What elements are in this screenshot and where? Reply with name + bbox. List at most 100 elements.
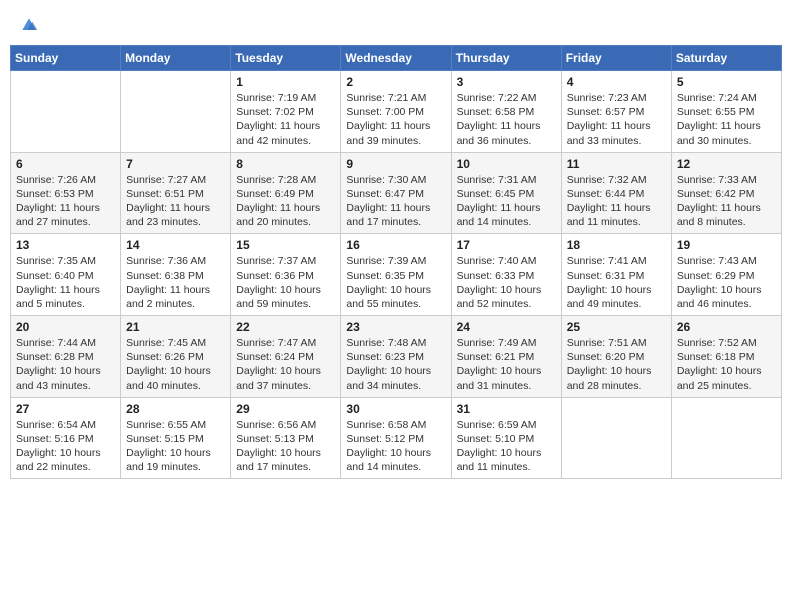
day-number: 29 xyxy=(236,402,335,416)
calendar-cell: 9Sunrise: 7:30 AM Sunset: 6:47 PM Daylig… xyxy=(341,152,451,234)
page-header xyxy=(10,10,782,39)
day-detail: Sunrise: 7:45 AM Sunset: 6:26 PM Dayligh… xyxy=(126,336,225,393)
calendar-cell: 11 Sunrise: 7:32 AM Sunset: 6:44 PM Dayli… xyxy=(561,152,671,234)
calendar-cell: 22 Sunrise: 7:47 AM Sunset: 6:24 PM Dayli… xyxy=(231,316,341,398)
day-detail: Sunrise: 6:56 AM Sunset: 5:13 PM Dayligh… xyxy=(236,418,335,475)
calendar-cell: 13Sunrise: 7:35 AM Sunset: 6:40 PM Dayli… xyxy=(11,234,121,316)
day-detail: Sunrise: 6:55 AM Sunset: 5:15 PM Dayligh… xyxy=(126,418,225,475)
day-number: 16 xyxy=(346,238,445,252)
day-number: 19 xyxy=(677,238,776,252)
day-detail: Sunrise: 7:28 AM Sunset: 6:49 PM Dayligh… xyxy=(236,173,335,230)
day-detail: Sunrise: 7:31 AM Sunset: 6:45 PM Dayligh… xyxy=(457,173,556,230)
day-number: 15 xyxy=(236,238,335,252)
day-detail: Sunrise: 7:24 AM Sunset: 6:55 PM Dayligh… xyxy=(677,91,776,148)
calendar-cell: 28 Sunrise: 6:55 AM Sunset: 5:15 PM Dayli… xyxy=(121,397,231,479)
calendar-cell: 18 Sunrise: 7:41 AM Sunset: 6:31 PM Dayli… xyxy=(561,234,671,316)
calendar-cell: 4 Sunrise: 7:23 AM Sunset: 6:57 PM Daylig… xyxy=(561,71,671,153)
calendar-cell: 29 Sunrise: 6:56 AM Sunset: 5:13 PM Dayli… xyxy=(231,397,341,479)
calendar-cell: 30 Sunrise: 6:58 AM Sunset: 5:12 PM Dayli… xyxy=(341,397,451,479)
day-number: 31 xyxy=(457,402,556,416)
calendar-week-3: 13Sunrise: 7:35 AM Sunset: 6:40 PM Dayli… xyxy=(11,234,782,316)
calendar-cell: 2 Sunrise: 7:21 AM Sunset: 7:00 PM Daylig… xyxy=(341,71,451,153)
day-detail: Sunrise: 7:33 AM Sunset: 6:42 PM Dayligh… xyxy=(677,173,776,230)
day-number: 21 xyxy=(126,320,225,334)
day-detail: Sunrise: 7:27 AM Sunset: 6:51 PM Dayligh… xyxy=(126,173,225,230)
day-number: 27 xyxy=(16,402,115,416)
logo-icon xyxy=(19,15,39,35)
day-number: 10 xyxy=(457,157,556,171)
day-detail: Sunrise: 7:51 AM Sunset: 6:20 PM Dayligh… xyxy=(567,336,666,393)
day-detail: Sunrise: 7:23 AM Sunset: 6:57 PM Dayligh… xyxy=(567,91,666,148)
day-number: 24 xyxy=(457,320,556,334)
calendar-cell: 6 Sunrise: 7:26 AM Sunset: 6:53 PM Daylig… xyxy=(11,152,121,234)
calendar-body: 1 Sunrise: 7:19 AM Sunset: 7:02 PM Daylig… xyxy=(11,71,782,479)
day-number: 14 xyxy=(126,238,225,252)
calendar-cell: 5 Sunrise: 7:24 AM Sunset: 6:55 PM Daylig… xyxy=(671,71,781,153)
day-detail: Sunrise: 7:47 AM Sunset: 6:24 PM Dayligh… xyxy=(236,336,335,393)
calendar-header: SundayMondayTuesdayWednesdayThursdayFrid… xyxy=(11,46,782,71)
day-detail: Sunrise: 7:37 AM Sunset: 6:36 PM Dayligh… xyxy=(236,254,335,311)
weekday-header-saturday: Saturday xyxy=(671,46,781,71)
day-detail: Sunrise: 7:19 AM Sunset: 7:02 PM Dayligh… xyxy=(236,91,335,148)
calendar-cell xyxy=(121,71,231,153)
weekday-header-wednesday: Wednesday xyxy=(341,46,451,71)
day-number: 30 xyxy=(346,402,445,416)
calendar-cell: 10 Sunrise: 7:31 AM Sunset: 6:45 PM Dayli… xyxy=(451,152,561,234)
day-detail: Sunrise: 7:40 AM Sunset: 6:33 PM Dayligh… xyxy=(457,254,556,311)
calendar-cell: 14 Sunrise: 7:36 AM Sunset: 6:38 PM Dayli… xyxy=(121,234,231,316)
day-detail: Sunrise: 7:44 AM Sunset: 6:28 PM Dayligh… xyxy=(16,336,115,393)
day-number: 18 xyxy=(567,238,666,252)
day-number: 6 xyxy=(16,157,115,171)
day-detail: Sunrise: 7:21 AM Sunset: 7:00 PM Dayligh… xyxy=(346,91,445,148)
day-detail: Sunrise: 7:52 AM Sunset: 6:18 PM Dayligh… xyxy=(677,336,776,393)
day-number: 8 xyxy=(236,157,335,171)
calendar-cell: 1 Sunrise: 7:19 AM Sunset: 7:02 PM Daylig… xyxy=(231,71,341,153)
calendar-cell: 19Sunrise: 7:43 AM Sunset: 6:29 PM Dayli… xyxy=(671,234,781,316)
day-detail: Sunrise: 6:54 AM Sunset: 5:16 PM Dayligh… xyxy=(16,418,115,475)
calendar-cell: 25Sunrise: 7:51 AM Sunset: 6:20 PM Dayli… xyxy=(561,316,671,398)
calendar-cell: 12 Sunrise: 7:33 AM Sunset: 6:42 PM Dayli… xyxy=(671,152,781,234)
calendar-cell: 24Sunrise: 7:49 AM Sunset: 6:21 PM Dayli… xyxy=(451,316,561,398)
day-detail: Sunrise: 6:58 AM Sunset: 5:12 PM Dayligh… xyxy=(346,418,445,475)
day-detail: Sunrise: 6:59 AM Sunset: 5:10 PM Dayligh… xyxy=(457,418,556,475)
day-number: 1 xyxy=(236,75,335,89)
day-number: 9 xyxy=(346,157,445,171)
day-detail: Sunrise: 7:26 AM Sunset: 6:53 PM Dayligh… xyxy=(16,173,115,230)
logo xyxy=(18,14,39,35)
day-detail: Sunrise: 7:48 AM Sunset: 6:23 PM Dayligh… xyxy=(346,336,445,393)
day-detail: Sunrise: 7:41 AM Sunset: 6:31 PM Dayligh… xyxy=(567,254,666,311)
day-number: 2 xyxy=(346,75,445,89)
calendar-cell: 26 Sunrise: 7:52 AM Sunset: 6:18 PM Dayli… xyxy=(671,316,781,398)
day-number: 26 xyxy=(677,320,776,334)
weekday-header-friday: Friday xyxy=(561,46,671,71)
calendar-cell: 16Sunrise: 7:39 AM Sunset: 6:35 PM Dayli… xyxy=(341,234,451,316)
day-number: 28 xyxy=(126,402,225,416)
calendar-cell: 20Sunrise: 7:44 AM Sunset: 6:28 PM Dayli… xyxy=(11,316,121,398)
day-number: 12 xyxy=(677,157,776,171)
day-number: 5 xyxy=(677,75,776,89)
day-number: 4 xyxy=(567,75,666,89)
calendar-cell: 3Sunrise: 7:22 AM Sunset: 6:58 PM Daylig… xyxy=(451,71,561,153)
calendar-cell: 17Sunrise: 7:40 AM Sunset: 6:33 PM Dayli… xyxy=(451,234,561,316)
calendar-week-2: 6 Sunrise: 7:26 AM Sunset: 6:53 PM Daylig… xyxy=(11,152,782,234)
day-detail: Sunrise: 7:36 AM Sunset: 6:38 PM Dayligh… xyxy=(126,254,225,311)
calendar-cell xyxy=(11,71,121,153)
day-detail: Sunrise: 7:22 AM Sunset: 6:58 PM Dayligh… xyxy=(457,91,556,148)
calendar-cell: 27 Sunrise: 6:54 AM Sunset: 5:16 PM Dayli… xyxy=(11,397,121,479)
day-number: 13 xyxy=(16,238,115,252)
calendar-cell: 7Sunrise: 7:27 AM Sunset: 6:51 PM Daylig… xyxy=(121,152,231,234)
calendar-week-5: 27 Sunrise: 6:54 AM Sunset: 5:16 PM Dayli… xyxy=(11,397,782,479)
calendar-cell: 8 Sunrise: 7:28 AM Sunset: 6:49 PM Daylig… xyxy=(231,152,341,234)
calendar-table: SundayMondayTuesdayWednesdayThursdayFrid… xyxy=(10,45,782,479)
weekday-header-sunday: Sunday xyxy=(11,46,121,71)
logo-text xyxy=(18,14,39,35)
calendar-cell xyxy=(561,397,671,479)
day-number: 22 xyxy=(236,320,335,334)
calendar-week-4: 20Sunrise: 7:44 AM Sunset: 6:28 PM Dayli… xyxy=(11,316,782,398)
weekday-header-thursday: Thursday xyxy=(451,46,561,71)
day-number: 11 xyxy=(567,157,666,171)
day-detail: Sunrise: 7:32 AM Sunset: 6:44 PM Dayligh… xyxy=(567,173,666,230)
day-number: 23 xyxy=(346,320,445,334)
calendar-cell xyxy=(671,397,781,479)
calendar-cell: 21 Sunrise: 7:45 AM Sunset: 6:26 PM Dayli… xyxy=(121,316,231,398)
